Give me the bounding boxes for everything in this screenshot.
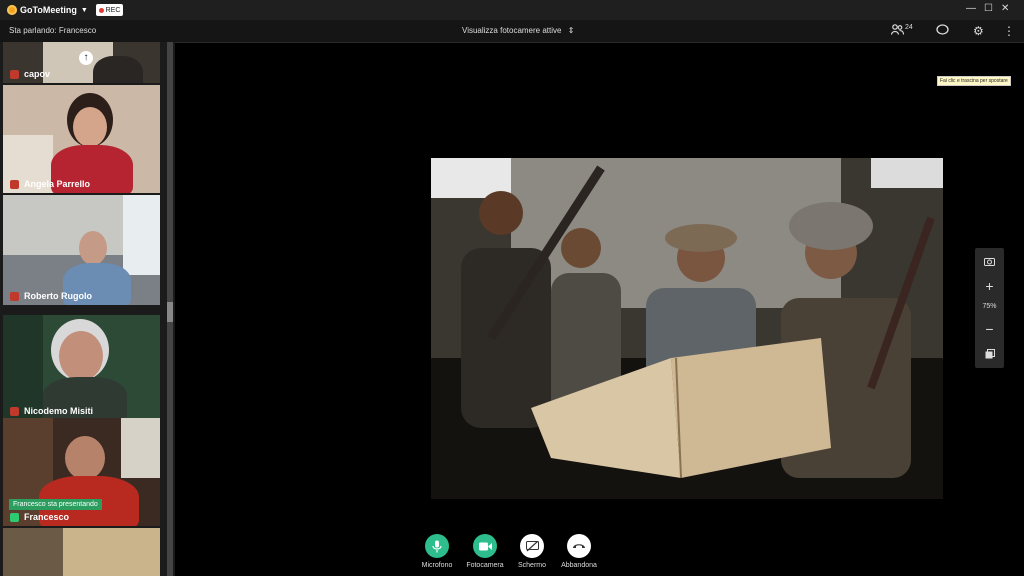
participant-name: Nicodemo Misiti: [10, 406, 93, 416]
participant-tile[interactable]: ↑ capov: [3, 42, 160, 83]
screen-share-button[interactable]: Schermo: [507, 534, 557, 569]
participant-name: Francesco: [10, 512, 69, 522]
camera-button[interactable]: Fotocamera: [460, 534, 510, 569]
drag-hint-tooltip: Fai clic e trascina per spostare: [937, 76, 1011, 86]
screen-label: Schermo: [517, 562, 546, 569]
sidebar-scrollbar[interactable]: [167, 42, 173, 576]
microphone-button[interactable]: Microfono: [412, 534, 462, 569]
settings-gear-icon[interactable]: ⚙: [973, 24, 984, 38]
gotomeeting-logo-icon: [7, 5, 17, 15]
upload-arrow-icon[interactable]: ↑: [79, 51, 93, 65]
leave-meeting-button[interactable]: Abbandona: [554, 534, 604, 569]
app-menu[interactable]: GoToMeeting ▼: [7, 3, 88, 17]
participant-tile[interactable]: [3, 528, 160, 576]
chevron-down-icon: ▼: [80, 6, 88, 14]
hang-up-phone-icon: [567, 534, 591, 558]
zoom-panel: + 75% −: [975, 248, 1004, 368]
shared-screen-image: [431, 158, 943, 499]
chat-icon[interactable]: [936, 24, 949, 39]
minimize-button[interactable]: —: [966, 3, 976, 14]
record-dot-icon: [98, 7, 104, 13]
meeting-info-bar: Sta parlando: Francesco Visualizza fotoc…: [0, 20, 1024, 43]
mic-active-icon: [10, 512, 19, 522]
participant-name: Roberto Rugolo: [10, 291, 92, 301]
participant-name: Angela Parrello: [10, 179, 90, 189]
recording-badge[interactable]: REC: [96, 4, 123, 16]
participant-tile[interactable]: Angela Parrello: [3, 85, 160, 193]
participant-tile[interactable]: Roberto Rugolo: [3, 195, 160, 305]
microphone-icon: [425, 534, 449, 558]
camera-view-selector[interactable]: Visualizza fotocamere attive ⇕: [462, 26, 574, 35]
close-button[interactable]: ✕: [1001, 3, 1009, 14]
snapshot-camera-icon[interactable]: [980, 252, 999, 271]
zoom-in-button[interactable]: +: [980, 277, 999, 296]
more-options-icon[interactable]: ⋮: [1003, 24, 1015, 38]
attendees-icon[interactable]: [890, 24, 905, 38]
scrollbar-thumb[interactable]: [167, 302, 173, 322]
leave-label: Abbandona: [561, 562, 597, 569]
attendee-count: 24: [905, 24, 913, 31]
zoom-level: 75%: [982, 303, 997, 310]
app-name: GoToMeeting: [20, 5, 77, 15]
camera-label: Fotocamera: [466, 562, 504, 569]
participant-sidebar: ↑ capov Angela Parrello Roberto Rugolo N…: [0, 42, 175, 576]
maximize-button[interactable]: ☐: [984, 3, 993, 14]
presenter-status-badge: Francesco sta presentando: [9, 499, 102, 510]
mic-muted-icon: [10, 179, 19, 189]
camera-view-label: Visualizza fotocamere attive: [462, 26, 562, 35]
title-bar: GoToMeeting ▼ REC — ☐ ✕: [0, 0, 1024, 20]
zoom-out-button[interactable]: −: [980, 320, 999, 339]
mic-muted-icon: [10, 291, 19, 301]
participant-name: capov: [10, 69, 50, 79]
screen-share-off-icon: [520, 534, 544, 558]
speaking-indicator: Sta parlando: Francesco: [9, 26, 97, 35]
microphone-label: Microfono: [421, 562, 453, 569]
rec-label: REC: [105, 6, 121, 14]
participant-tile[interactable]: Nicodemo Misiti: [3, 315, 160, 420]
up-down-chevron-icon: ⇕: [567, 26, 575, 35]
video-camera-icon: [473, 534, 497, 558]
fit-screen-icon[interactable]: [980, 344, 999, 363]
mic-muted-icon: [10, 69, 19, 79]
mic-muted-icon: [10, 406, 19, 416]
